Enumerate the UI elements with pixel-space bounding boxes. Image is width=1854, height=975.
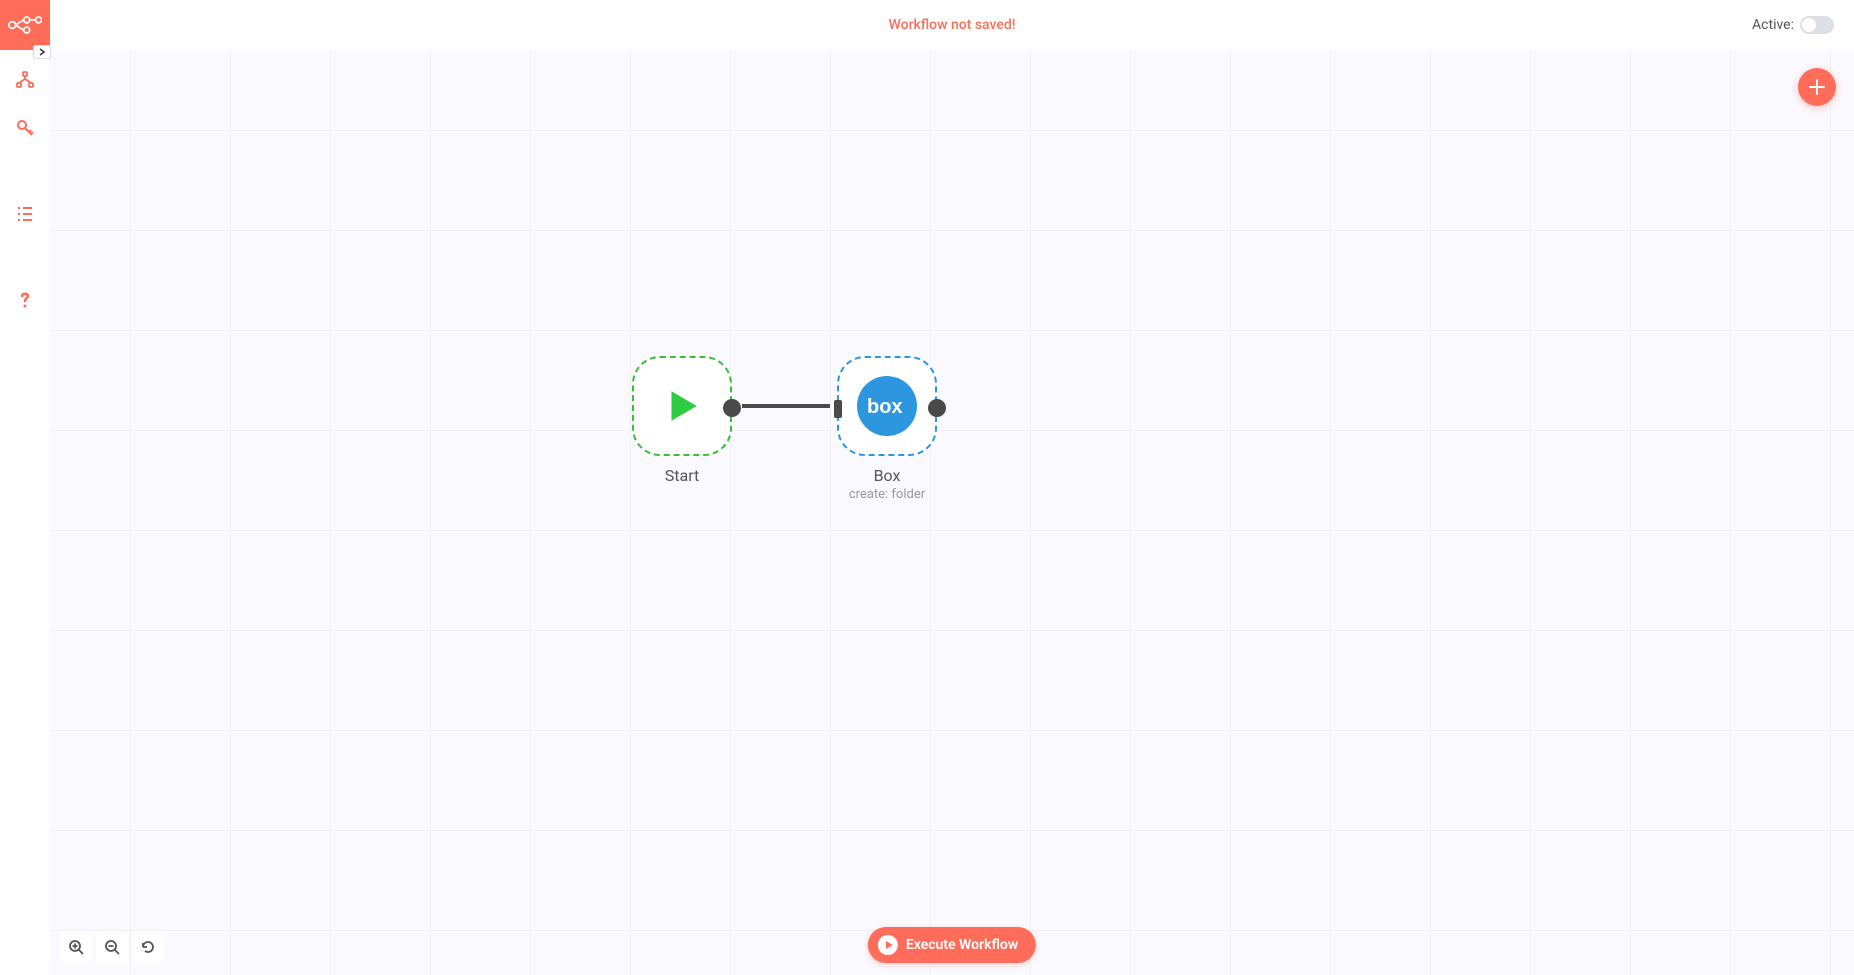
zoom-in-button[interactable] — [60, 931, 92, 963]
node-box-title: Box — [809, 466, 965, 485]
node-box-output-port[interactable] — [928, 399, 946, 417]
node-start-title: Start — [604, 466, 760, 485]
zoom-out-button[interactable] — [96, 931, 128, 963]
credentials-icon[interactable] — [15, 118, 35, 138]
active-toggle[interactable] — [1800, 16, 1834, 34]
nodes-layer: Start box Box create: folder — [50, 50, 1854, 975]
execute-workflow-label: Execute Workflow — [906, 937, 1018, 953]
node-box-input-port[interactable] — [834, 400, 842, 418]
logo[interactable] — [0, 0, 50, 50]
expand-sidebar-button[interactable] — [33, 45, 51, 59]
svg-text:box: box — [867, 396, 903, 418]
node-start-output-port[interactable] — [723, 399, 741, 417]
active-label: Active: — [1752, 17, 1794, 33]
help-icon[interactable] — [15, 290, 35, 310]
play-icon — [878, 935, 898, 955]
box-logo-icon: box — [857, 376, 917, 436]
sidebar — [0, 0, 50, 975]
execute-workflow-button[interactable]: Execute Workflow — [868, 927, 1036, 963]
node-box[interactable]: box Box create: folder — [837, 356, 937, 456]
workflows-icon[interactable] — [15, 70, 35, 90]
zoom-controls — [60, 931, 164, 963]
topbar: Workflow not saved! Active: — [50, 0, 1854, 50]
node-box-subtitle: create: folder — [809, 487, 965, 502]
node-start[interactable]: Start — [632, 356, 732, 456]
workflow-status: Workflow not saved! — [889, 17, 1016, 33]
reset-zoom-button[interactable] — [132, 931, 164, 963]
node-connection[interactable] — [742, 404, 830, 408]
executions-icon[interactable] — [15, 204, 35, 224]
canvas[interactable]: Start box Box create: folder — [50, 50, 1854, 975]
